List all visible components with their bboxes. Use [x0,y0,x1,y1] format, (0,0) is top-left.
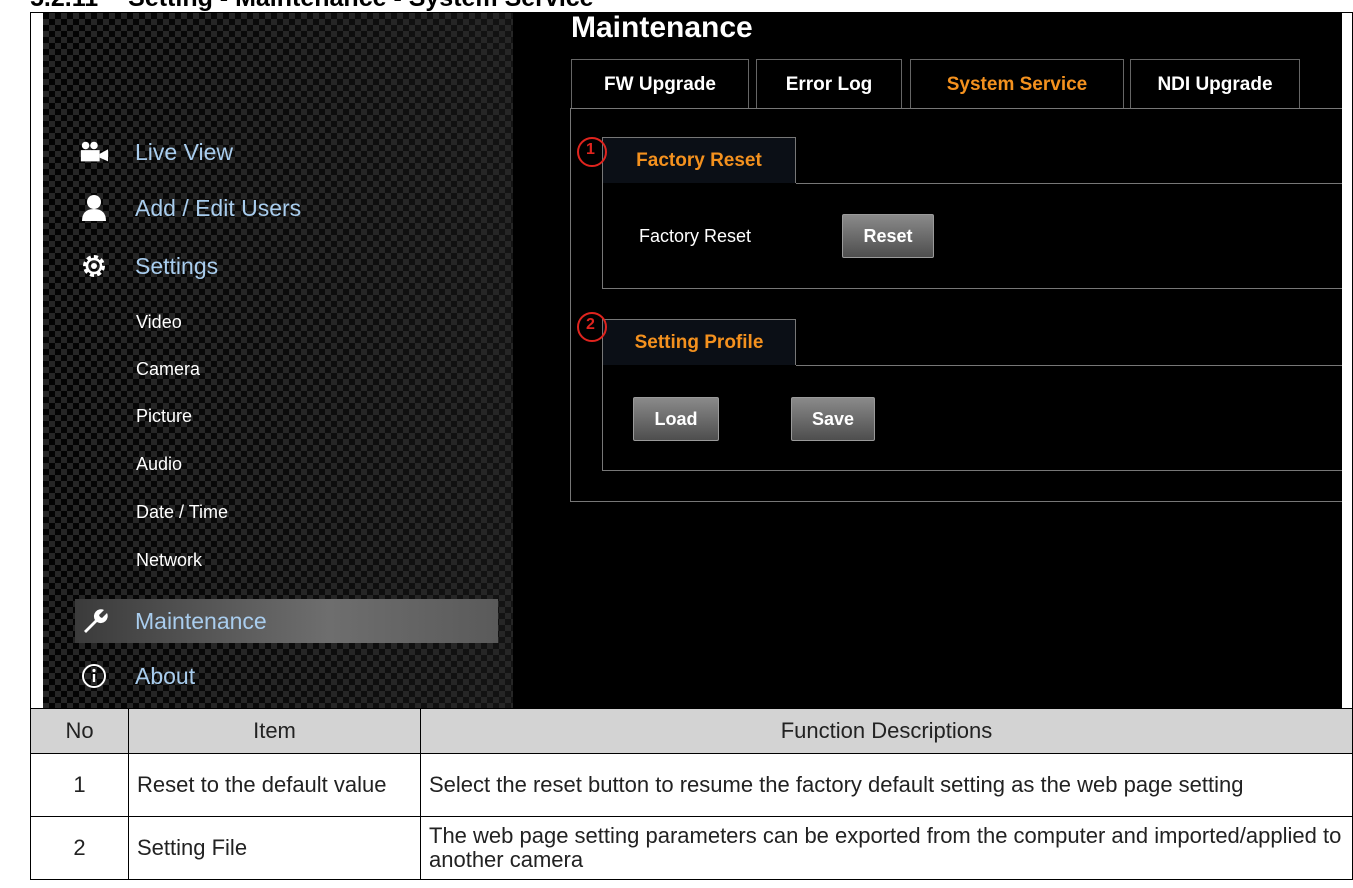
table-cell-item: Setting File [128,816,421,880]
table-cell-desc: Select the reset button to resume the fa… [420,753,1353,817]
table-header-row: No Item Function Descriptions [30,708,1353,754]
sidebar-subitem-date-time[interactable]: Date / Time [136,502,228,523]
section-heading: 5.2.11 Setting - Maintenance - System Ser… [30,0,594,12]
tab-system-service[interactable]: System Service [910,59,1124,109]
gear-icon [79,251,109,281]
section-number: 5.2.11 [30,0,98,12]
function-table: No Item Function Descriptions 1 Reset to… [30,708,1353,880]
callout-marker-1: 1 [577,137,607,167]
wrench-icon [79,606,109,636]
tab-error-log[interactable]: Error Log [756,59,902,109]
table-cell-no: 1 [30,753,129,817]
sidebar-item-label: About [135,662,196,689]
table-cell-item: Reset to the default value [128,753,421,817]
sidebar-subitem-network[interactable]: Network [136,550,202,571]
table-cell-no: 2 [30,816,129,880]
table-row: 1 Reset to the default value Select the … [30,753,1353,817]
column-header-no: No [30,708,129,754]
section-title: Setting - Maintenance - System Service [128,0,593,12]
sidebar-item-label: Settings [135,252,219,279]
callout-marker-2: 2 [577,312,607,342]
camera-icon [79,137,109,167]
group-divider [796,365,1342,366]
sidebar-subitem-video[interactable]: Video [136,312,182,333]
sidebar: Live View Add / Edit Users Settings Vide… [43,13,513,708]
load-button[interactable]: Load [633,397,719,441]
column-header-item: Item [128,708,421,754]
tab-ndi-upgrade[interactable]: NDI Upgrade [1130,59,1300,109]
factory-reset-label: Factory Reset [639,226,752,246]
camera-web-ui: Live View Add / Edit Users Settings Vide… [43,13,1342,708]
sidebar-subitem-audio[interactable]: Audio [136,454,182,475]
user-icon [79,193,109,223]
setting-profile-group-title: Setting Profile [602,319,796,365]
table-row: 2 Setting File The web page setting para… [30,816,1353,880]
table-cell-desc: The web page setting parameters can be e… [420,816,1353,880]
group-divider [796,183,1342,184]
sidebar-item-label: Maintenance [135,607,267,634]
column-header-descriptions: Function Descriptions [420,708,1353,754]
tab-fw-upgrade[interactable]: FW Upgrade [571,59,749,109]
page-title: Maintenance [571,13,753,44]
sidebar-item-label: Live View [135,138,234,165]
reset-button[interactable]: Reset [842,214,934,258]
sidebar-item-label: Add / Edit Users [135,194,302,221]
info-icon [79,661,109,691]
sidebar-subitem-camera[interactable]: Camera [136,359,200,380]
save-button[interactable]: Save [791,397,875,441]
factory-reset-group-title: Factory Reset [602,137,796,183]
sidebar-subitem-picture[interactable]: Picture [136,406,192,427]
